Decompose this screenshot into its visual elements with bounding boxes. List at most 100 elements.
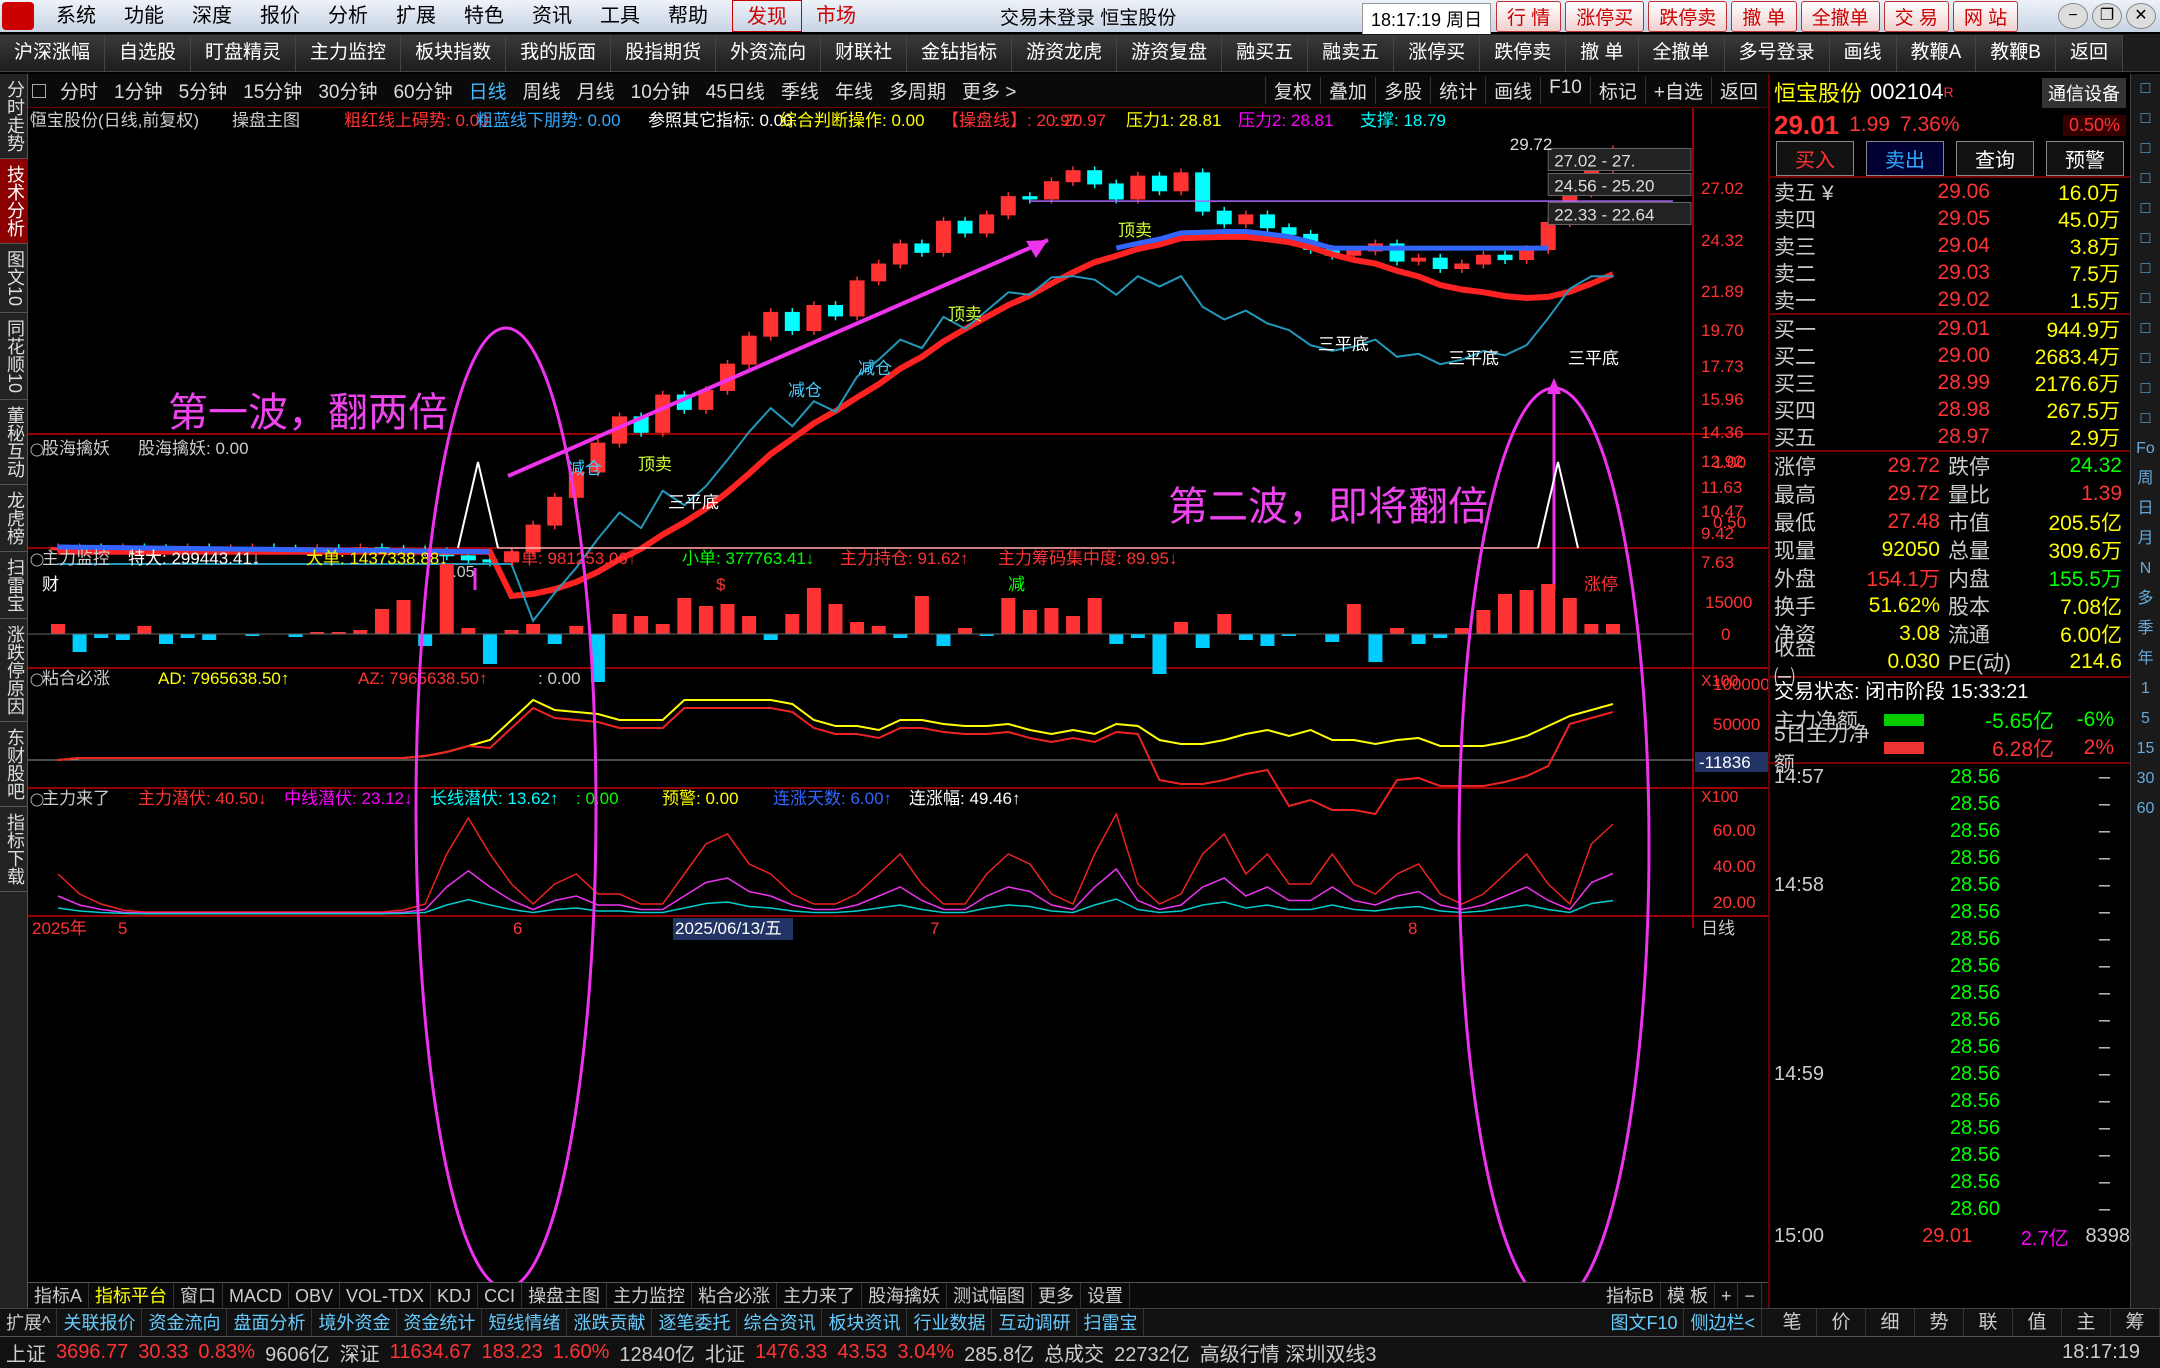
toolbar-button[interactable]: 教鞭A (1896, 34, 1977, 71)
period-tab[interactable]: 更多 > (954, 77, 1024, 104)
bz-index-name[interactable]: 北证 (705, 1338, 745, 1367)
period-tab[interactable]: 月线 (569, 77, 623, 104)
quick-trade-button[interactable]: 交 易 (1883, 0, 1949, 32)
period-tab[interactable]: 分时 (52, 77, 106, 104)
toolbar-button[interactable]: 多号登录 (1724, 34, 1830, 71)
advanced-quote[interactable]: 高级行情 深圳双线3 (1200, 1338, 1377, 1367)
indicator-tab[interactable]: 指标A (28, 1283, 90, 1308)
period-shortcut[interactable]: N (2131, 554, 2160, 584)
close-icon[interactable]: ✕ (2126, 3, 2156, 29)
toolbar-button[interactable]: 金钻指标 (907, 34, 1013, 71)
period-tab[interactable]: 周线 (515, 77, 569, 104)
extension-tab[interactable]: 互动调研 (992, 1309, 1078, 1336)
sidebar-tab[interactable]: 指标下载 (0, 807, 28, 893)
orderbook-row[interactable]: 卖二 29.03 7.5万 (1770, 259, 2130, 286)
sidebar-tab[interactable]: 董秘互动 (0, 400, 28, 486)
period-shortcut[interactable]: 日 (2131, 494, 2160, 524)
indicator-tab[interactable]: 股海擒妖 (862, 1283, 948, 1308)
period-shortcut[interactable]: 周 (2131, 464, 2160, 494)
extension-tab[interactable]: 关联报价 (57, 1309, 143, 1336)
orderbook-row[interactable]: 买三 28.99 2176.6万 (1770, 369, 2130, 396)
period-tool[interactable]: 返回 (1710, 77, 1766, 104)
indicator-tab[interactable]: 设置 (1081, 1283, 1131, 1308)
period-tool[interactable]: 叠加 (1320, 77, 1375, 104)
menu-item[interactable]: 报价 (246, 0, 314, 32)
toolbar-button[interactable]: 全撤单 (1638, 34, 1725, 71)
minimize-icon[interactable]: − (2058, 3, 2088, 29)
sidebar-tab[interactable]: 龙虎榜 (0, 485, 28, 553)
quick-trade-button[interactable]: 跌停卖 (1648, 0, 1728, 32)
tool-icon[interactable]: □ (2131, 284, 2160, 314)
indicator-tab[interactable]: 操盘主图 (522, 1283, 608, 1308)
toolbar-button[interactable]: 自选股 (105, 34, 192, 71)
restore-icon[interactable]: ❐ (2092, 3, 2122, 29)
toolbar-button[interactable]: 撤 单 (1566, 34, 1639, 71)
period-shortcut[interactable]: Fo (2131, 434, 2160, 464)
menu-item[interactable]: 帮助 (654, 0, 722, 32)
menu-item[interactable]: 系统 (42, 0, 110, 32)
trade-button[interactable]: 预警 (2046, 140, 2124, 176)
period-shortcut[interactable]: 多 (2131, 584, 2160, 614)
period-tab[interactable]: 5分钟 (171, 77, 236, 104)
tool-icon[interactable]: □ (2131, 194, 2160, 224)
tool-icon[interactable]: □ (2131, 314, 2160, 344)
period-shortcut[interactable]: 5 (2131, 704, 2160, 734)
quote-tab[interactable]: 细 (1866, 1309, 1915, 1336)
period-shortcut[interactable]: 季 (2131, 614, 2160, 644)
tool-icon[interactable]: □ (2131, 254, 2160, 284)
trade-button[interactable]: 卖出 (1866, 140, 1944, 176)
tool-icon[interactable]: □ (2131, 164, 2160, 194)
orderbook-row[interactable]: 卖三 29.04 3.8万 (1770, 232, 2130, 259)
period-shortcut[interactable]: 30 (2131, 764, 2160, 794)
extension-tab[interactable]: 资金统计 (397, 1309, 483, 1336)
toolbar-button[interactable]: 融买五 (1222, 34, 1309, 71)
sidebar-tab[interactable]: 技术分析 (0, 159, 28, 244)
orderbook-row[interactable]: 卖一 29.02 1.5万 (1770, 286, 2130, 313)
period-tab[interactable]: 15分钟 (235, 77, 310, 104)
trade-button[interactable]: 查询 (1956, 140, 2034, 176)
period-tool[interactable]: F10 (1540, 77, 1590, 104)
quote-tab[interactable]: 笔 (1768, 1309, 1817, 1336)
tool-icon[interactable]: □ (2131, 404, 2160, 434)
toolbar-button[interactable]: 板块指数 (401, 34, 507, 71)
sector-label[interactable]: 通信设备 (2042, 78, 2126, 108)
tool-icon[interactable]: □ (2131, 374, 2160, 404)
period-tab[interactable]: 30分钟 (310, 77, 385, 104)
period-tab[interactable]: 10分钟 (623, 77, 698, 104)
indicator-tab[interactable]: OBV (289, 1283, 341, 1308)
trade-button[interactable]: 买入 (1776, 140, 1854, 176)
menu-item[interactable]: 特色 (450, 0, 518, 32)
indicator-tab[interactable]: 指标B (1600, 1283, 1661, 1308)
period-tab[interactable]: 日线 (461, 77, 515, 104)
toolbar-button[interactable]: 游资龙虎 (1012, 34, 1118, 71)
toolbar-button[interactable]: 沪深涨幅 (0, 34, 106, 71)
orderbook-row[interactable]: 买二 29.00 2683.4万 (1770, 342, 2130, 369)
period-tab[interactable]: 多周期 (881, 77, 954, 104)
period-tool[interactable]: 复权 (1265, 77, 1320, 104)
quick-trade-button[interactable]: 行 情 (1496, 0, 1562, 32)
toolbar-button[interactable]: 游资复盘 (1117, 34, 1223, 71)
toolbar-button[interactable]: 融卖五 (1308, 34, 1395, 71)
period-tool[interactable]: +自选 (1644, 77, 1711, 104)
toolbar-button[interactable]: 股指期货 (611, 34, 717, 71)
toolbar-button[interactable]: 主力监控 (296, 34, 402, 71)
period-tool[interactable]: 标记 (1589, 77, 1645, 104)
quick-trade-button[interactable]: 全撤单 (1800, 0, 1880, 32)
tool-icon[interactable]: □ (2131, 224, 2160, 254)
extension-tab[interactable]: 短线情绪 (482, 1309, 568, 1336)
menu-item[interactable]: 分析 (314, 0, 382, 32)
menu-item[interactable]: 工具 (586, 0, 654, 32)
extension-tab[interactable]: 综合资讯 (737, 1309, 823, 1336)
period-shortcut[interactable]: 15 (2131, 734, 2160, 764)
period-shortcut[interactable]: 月 (2131, 524, 2160, 554)
period-shortcut[interactable]: 年 (2131, 644, 2160, 674)
indicator-tab[interactable]: 窗口 (174, 1283, 224, 1308)
extension-tab[interactable]: 扫雷宝 (1077, 1309, 1145, 1336)
orderbook-row[interactable]: 买一 29.01 944.9万 (1770, 315, 2130, 342)
toolbar-button[interactable]: 盯盘精灵 (191, 34, 297, 71)
tool-icon[interactable]: □ (2131, 74, 2160, 104)
toolbar-button[interactable]: 涨停买 (1394, 34, 1481, 71)
period-tool[interactable]: 多股 (1375, 77, 1430, 104)
menu-market[interactable]: 市场 (802, 0, 870, 32)
extension-tab[interactable]: 侧边栏< (1684, 1309, 1762, 1336)
